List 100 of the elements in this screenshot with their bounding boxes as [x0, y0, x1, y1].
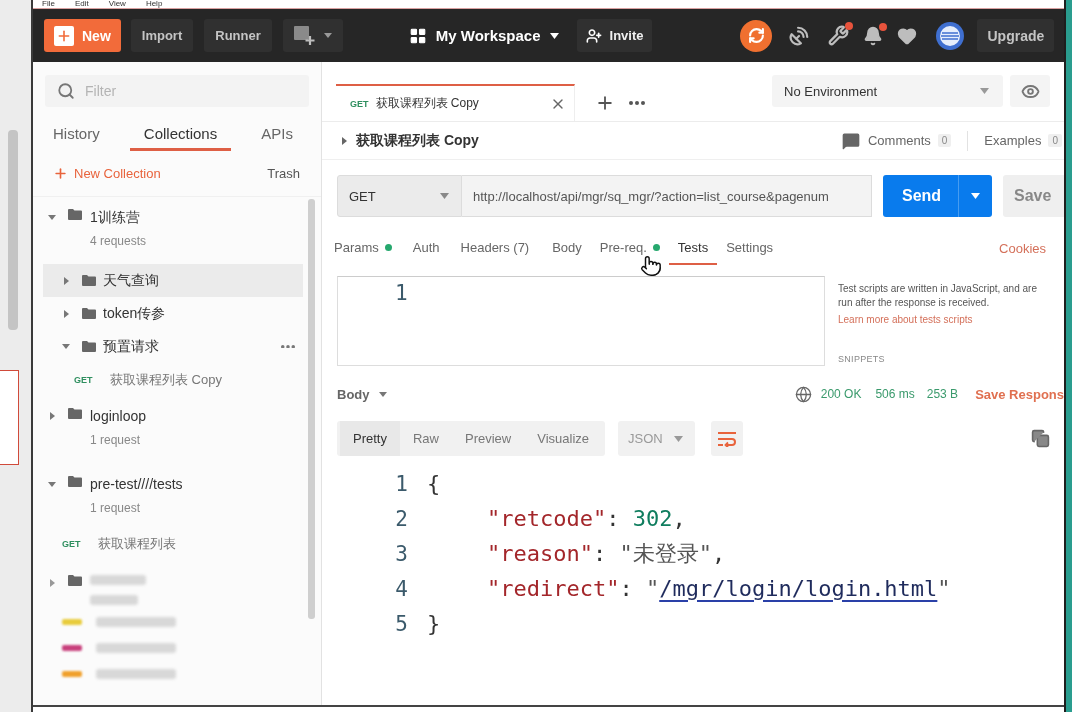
sidebar-tab[interactable]: APIs	[247, 119, 307, 151]
time-text: 506 ms	[875, 387, 915, 401]
collection-name[interactable]: loginloop	[90, 408, 147, 424]
user-plus-icon	[585, 27, 602, 44]
copy-icon	[1031, 429, 1050, 448]
code-line: }	[427, 611, 441, 636]
import-button[interactable]: Import	[130, 19, 194, 52]
bell-icon[interactable]	[863, 25, 884, 46]
request-tab[interactable]: Tests	[668, 237, 718, 265]
window-plus-icon	[293, 25, 316, 46]
status-text: 200 OK	[820, 387, 862, 401]
caret-down-icon[interactable]	[62, 344, 70, 349]
eye-button[interactable]	[1010, 75, 1050, 107]
folder-icon	[68, 575, 82, 586]
folder-icon	[82, 308, 96, 319]
menu-item[interactable]: Edit	[74, 0, 89, 8]
new-window-button[interactable]	[282, 19, 343, 52]
line-number: 2	[394, 506, 409, 531]
sidebar-tab[interactable]: Collections	[129, 119, 232, 151]
caret-down-icon	[674, 435, 684, 442]
folder-name[interactable]: 天气查询	[103, 271, 159, 290]
environment-dropdown[interactable]: No Environment	[772, 75, 1003, 107]
wrap-button[interactable]	[711, 421, 744, 456]
menu-item[interactable]: File	[42, 0, 55, 8]
caret-right-icon[interactable]	[49, 579, 55, 587]
request-title: 获取课程列表 Copy	[356, 131, 479, 150]
highlighted-row[interactable]: 天气查询	[43, 264, 303, 297]
method-label: GET	[350, 98, 369, 109]
url-field[interactable]: http://localhost/api/mgr/sq_mgr/?action=list_course&pagenum	[462, 175, 872, 217]
snippets-heading: SNIPPETS	[838, 354, 885, 364]
request-tab[interactable]: Params	[325, 237, 401, 265]
plus-icon	[54, 25, 74, 46]
line-number: 1	[395, 281, 408, 305]
request-count: 1 request	[90, 432, 142, 448]
examples-link[interactable]: Examples 0	[984, 133, 1062, 148]
filter-field[interactable]: Filter	[45, 75, 309, 107]
invite-button[interactable]: Invite	[576, 19, 653, 52]
method-label: GET	[74, 374, 94, 385]
view-mode-tab[interactable]: Visualize	[524, 421, 603, 456]
workspace-switcher[interactable]: My Workspace	[408, 26, 559, 45]
more-icon[interactable]	[281, 344, 295, 349]
view-mode-tab[interactable]: Pretty	[340, 421, 400, 456]
url-link[interactable]: /mgr/login/login.html	[659, 576, 938, 601]
folder-icon	[68, 209, 82, 220]
caret-down-icon	[971, 193, 980, 199]
folder-name[interactable]: 预置请求	[103, 337, 159, 356]
script-editor[interactable]: 1	[337, 276, 825, 366]
caret-right-icon[interactable]	[342, 136, 347, 145]
tab-title: 获取课程列表 Copy	[375, 95, 479, 112]
sync-icon[interactable]	[740, 19, 773, 52]
request-tab[interactable]: Body	[543, 237, 591, 265]
upgrade-button[interactable]: Upgrade	[977, 19, 1055, 52]
method-dropdown[interactable]: GET	[337, 175, 462, 217]
caret-down-icon	[549, 32, 559, 39]
size-text: 253 B	[926, 387, 959, 401]
view-mode-tab[interactable]: Raw	[399, 421, 452, 456]
request-name[interactable]: 获取课程列表 Copy	[110, 370, 222, 389]
globe-icon	[794, 385, 812, 403]
request-tab[interactable]: Auth	[403, 237, 449, 265]
count-badge: 0	[1048, 134, 1062, 147]
heart-icon[interactable]	[897, 25, 918, 46]
line-number: 3	[394, 541, 409, 566]
avatar-icon[interactable]	[936, 21, 965, 50]
trash-link[interactable]: Trash	[267, 165, 300, 181]
caret-right-icon[interactable]	[63, 309, 69, 318]
line-number: 4	[394, 576, 409, 601]
menu-item[interactable]: View	[108, 0, 126, 8]
folder-name[interactable]: token传参	[103, 304, 166, 323]
request-tab[interactable]: GET 获取课程列表 Copy	[336, 84, 575, 121]
response-section-dropdown[interactable]: Body	[337, 386, 387, 402]
runner-button[interactable]: Runner	[204, 19, 272, 52]
collection-name[interactable]: pre-test////tests	[90, 476, 183, 492]
count-badge: 0	[937, 134, 952, 147]
satellite-dish-icon[interactable]	[788, 24, 811, 47]
line-number: 1	[394, 471, 409, 496]
caret-right-icon[interactable]	[63, 276, 69, 285]
request-tab[interactable]: Headers (7)	[451, 237, 539, 265]
caret-right-icon[interactable]	[49, 412, 55, 420]
caret-down-icon	[440, 193, 449, 199]
scrollbar-thumb[interactable]	[308, 199, 315, 619]
help-link[interactable]: Learn more about tests scripts	[838, 314, 973, 325]
method-label: GET	[62, 538, 82, 549]
collection-name[interactable]: 1训练营	[90, 209, 147, 225]
search-icon	[57, 82, 75, 100]
sidebar-tab[interactable]: History	[39, 119, 114, 151]
caret-down-icon[interactable]	[48, 481, 56, 487]
caret-down-icon	[980, 88, 989, 94]
view-mode-tab[interactable]: Preview	[452, 421, 525, 456]
menu-item[interactable]: Help	[145, 0, 163, 8]
line-number: 5	[394, 611, 409, 636]
caret-down-icon[interactable]	[48, 214, 56, 220]
wrench-icon[interactable]	[828, 25, 850, 46]
send-button[interactable]: Send	[883, 175, 992, 217]
request-name[interactable]: 获取课程列表	[98, 534, 176, 553]
blurred-label	[90, 575, 146, 585]
copy-button[interactable]	[1031, 429, 1050, 448]
folder-icon	[68, 476, 82, 487]
comments-link[interactable]: Comments 0	[840, 130, 952, 151]
code-line: "retcode": 302,	[486, 506, 686, 531]
request-tab[interactable]: Settings	[717, 237, 783, 265]
